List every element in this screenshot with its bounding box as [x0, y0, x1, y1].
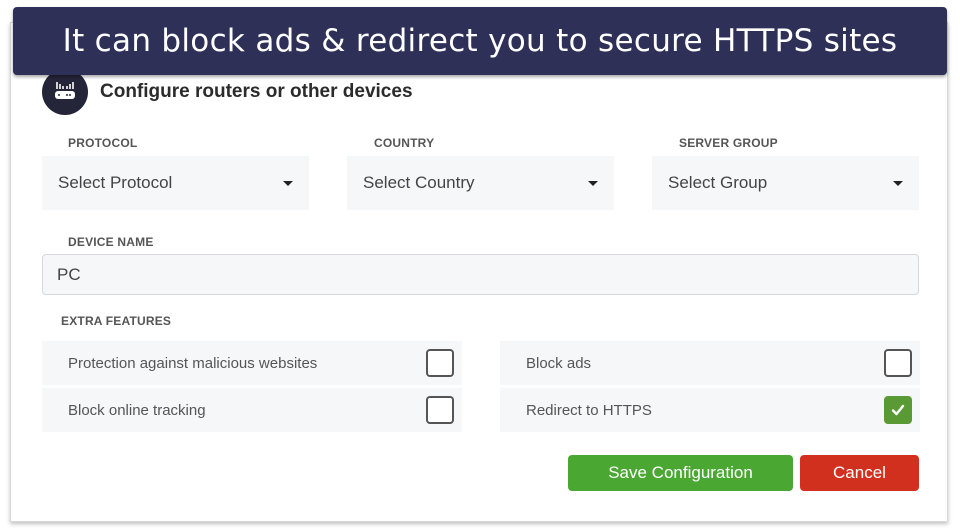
feature-label: Block ads [526, 354, 592, 372]
server-group-select-value: Select Group [668, 173, 768, 192]
country-select[interactable]: Select Country [347, 156, 614, 210]
extra-features-label: EXTRA FEATURES [61, 314, 172, 328]
feature-row-malicious-protection[interactable]: Protection against malicious websites [42, 341, 462, 385]
protocol-label: PROTOCOL [68, 136, 138, 150]
cancel-button[interactable]: Cancel [800, 455, 919, 491]
redirect-https-checkbox[interactable] [884, 396, 912, 424]
feature-label: Block online tracking [68, 401, 206, 419]
block-ads-checkbox[interactable] [884, 349, 912, 377]
device-name-value: PC [57, 264, 81, 284]
feature-row-block-tracking[interactable]: Block online tracking [42, 388, 462, 432]
caret-down-icon [893, 180, 903, 186]
section-title: Configure routers or other devices [100, 81, 413, 102]
device-name-input[interactable]: PC [42, 254, 919, 295]
country-label: COUNTRY [374, 136, 435, 150]
protocol-select[interactable]: Select Protocol [42, 156, 309, 210]
section-header: Configure routers or other devices [42, 69, 413, 115]
protocol-select-value: Select Protocol [58, 173, 173, 192]
device-name-label: DEVICE NAME [68, 235, 154, 249]
feature-row-redirect-https[interactable]: Redirect to HTTPS [500, 388, 920, 432]
server-group-select[interactable]: Select Group [652, 156, 919, 210]
save-configuration-button[interactable]: Save Configuration [568, 455, 793, 491]
malicious-protection-checkbox[interactable] [426, 349, 454, 377]
caret-down-icon [283, 180, 293, 186]
block-tracking-checkbox[interactable] [426, 396, 454, 424]
country-select-value: Select Country [363, 173, 475, 192]
checkmark-icon [891, 404, 905, 416]
feature-label: Redirect to HTTPS [526, 401, 652, 419]
router-icon [42, 69, 88, 115]
caption-banner: It can block ads & redirect you to secur… [13, 7, 947, 75]
feature-row-block-ads[interactable]: Block ads [500, 341, 920, 385]
caption-text: It can block ads & redirect you to secur… [62, 23, 898, 59]
feature-label: Protection against malicious websites [68, 354, 318, 372]
caret-down-icon [588, 180, 598, 186]
server-group-label: SERVER GROUP [679, 136, 778, 150]
